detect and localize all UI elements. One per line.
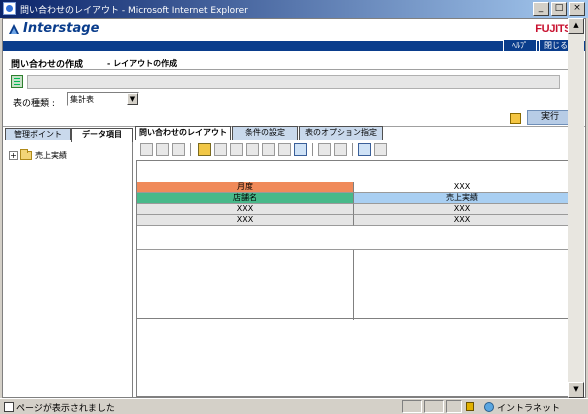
move-row-icon[interactable] — [230, 143, 243, 156]
row-header-month[interactable]: 月度 — [137, 182, 353, 193]
align-icon[interactable] — [214, 143, 227, 156]
layout-area: 月度 XXX 店舗名 売上実績 XXX XXX XXX XXX — [136, 160, 570, 397]
toolbar-divider — [352, 143, 353, 156]
header-bar — [3, 41, 585, 51]
run-button[interactable]: 実行 — [527, 110, 573, 125]
layout-row-2: 店舗名 売上実績 — [137, 193, 570, 204]
delete-icon[interactable] — [172, 143, 185, 156]
tab-layout[interactable]: 問い合わせのレイアウト — [135, 126, 231, 140]
tree-item-label: 売上実績 — [35, 151, 67, 160]
page-subtitle: - レイアウトの作成 — [107, 59, 178, 68]
layout-cell[interactable]: XXX — [137, 215, 353, 226]
scroll-up-icon[interactable]: ▲ — [568, 18, 584, 34]
interstage-logo-icon — [9, 24, 19, 34]
expand-icon[interactable]: + — [9, 151, 18, 160]
tab-conditions[interactable]: 条件の設定 — [232, 126, 298, 140]
query-list-icon[interactable] — [11, 75, 23, 88]
table-type-label: 表の種類 : — [13, 99, 55, 109]
table-type-select[interactable]: 集計表 ▼ — [67, 92, 139, 106]
data-header-sales[interactable]: 売上実績 — [353, 193, 570, 204]
window-title-bar: 問い合わせのレイアウト - Microsoft Internet Explore… — [0, 0, 588, 18]
brand-header: Interstage FUJITSU — [3, 19, 585, 41]
chart-icon[interactable] — [198, 143, 211, 156]
header-value-cell[interactable]: XXX — [353, 182, 570, 193]
ie-icon — [3, 2, 16, 15]
page-icon — [4, 402, 14, 412]
window-title: 問い合わせのレイアウト - Microsoft Internet Explore… — [20, 6, 248, 16]
status-pane — [446, 400, 462, 413]
layout-row-3: XXX XXX — [137, 204, 570, 215]
message-field — [27, 75, 560, 89]
chevron-down-icon[interactable]: ▼ — [127, 93, 138, 105]
data-item-panel: + 売上実績 — [3, 140, 133, 397]
clear-icon[interactable] — [278, 143, 291, 156]
divider — [353, 250, 354, 320]
layout-row-1: 月度 XXX — [137, 182, 570, 193]
help-button[interactable]: ﾍﾙﾌﾟ — [503, 39, 537, 52]
search-icon[interactable] — [334, 143, 347, 156]
close-window-button[interactable]: × — [569, 2, 585, 16]
move-column-icon[interactable] — [246, 143, 259, 156]
layout-cell[interactable]: XXX — [353, 215, 570, 226]
app-frame: Interstage FUJITSU ﾍﾙﾌﾟ 閉じる 問い合わせの作成 - レ… — [2, 18, 586, 398]
table-layout-icon[interactable] — [294, 143, 307, 156]
folder-icon — [20, 149, 32, 160]
maximize-button[interactable]: □ — [551, 2, 567, 16]
toolbar-divider — [312, 143, 313, 156]
layout-empty-area — [137, 249, 570, 320]
scroll-down-icon[interactable]: ▼ — [568, 382, 584, 398]
minimize-button[interactable]: _ — [533, 2, 549, 16]
preview-icon[interactable] — [358, 143, 371, 156]
insert-column-icon[interactable] — [156, 143, 169, 156]
tab-data-items[interactable]: データ項目 — [71, 128, 133, 142]
status-message: ページが表示されました — [16, 404, 115, 414]
grid-icon[interactable] — [374, 143, 387, 156]
product-logo: Interstage — [23, 21, 100, 36]
column-header-store[interactable]: 店舗名 — [137, 193, 353, 204]
vertical-scrollbar[interactable]: ▲ ▼ — [568, 18, 584, 398]
tree-item-sales[interactable]: + 売上実績 — [9, 149, 67, 161]
layout-cell[interactable]: XXX — [353, 204, 570, 215]
intranet-icon — [484, 402, 494, 412]
layout-row-4: XXX XXX — [137, 215, 570, 226]
status-pane — [402, 400, 422, 413]
security-zone: イントラネット — [497, 404, 561, 414]
paste-icon[interactable] — [262, 143, 275, 156]
save-icon[interactable] — [510, 113, 521, 124]
zoom-icon[interactable] — [318, 143, 331, 156]
layout-cell[interactable]: XXX — [137, 204, 353, 215]
table-type-value: 集計表 — [70, 95, 94, 104]
tab-options[interactable]: 表のオプション指定 — [299, 126, 383, 140]
status-pane — [424, 400, 444, 413]
divider — [9, 69, 581, 70]
insert-row-icon[interactable] — [140, 143, 153, 156]
lock-icon — [466, 402, 474, 411]
toolbar-divider — [190, 143, 191, 156]
status-bar: ページが表示されました イントラネット — [0, 398, 588, 414]
